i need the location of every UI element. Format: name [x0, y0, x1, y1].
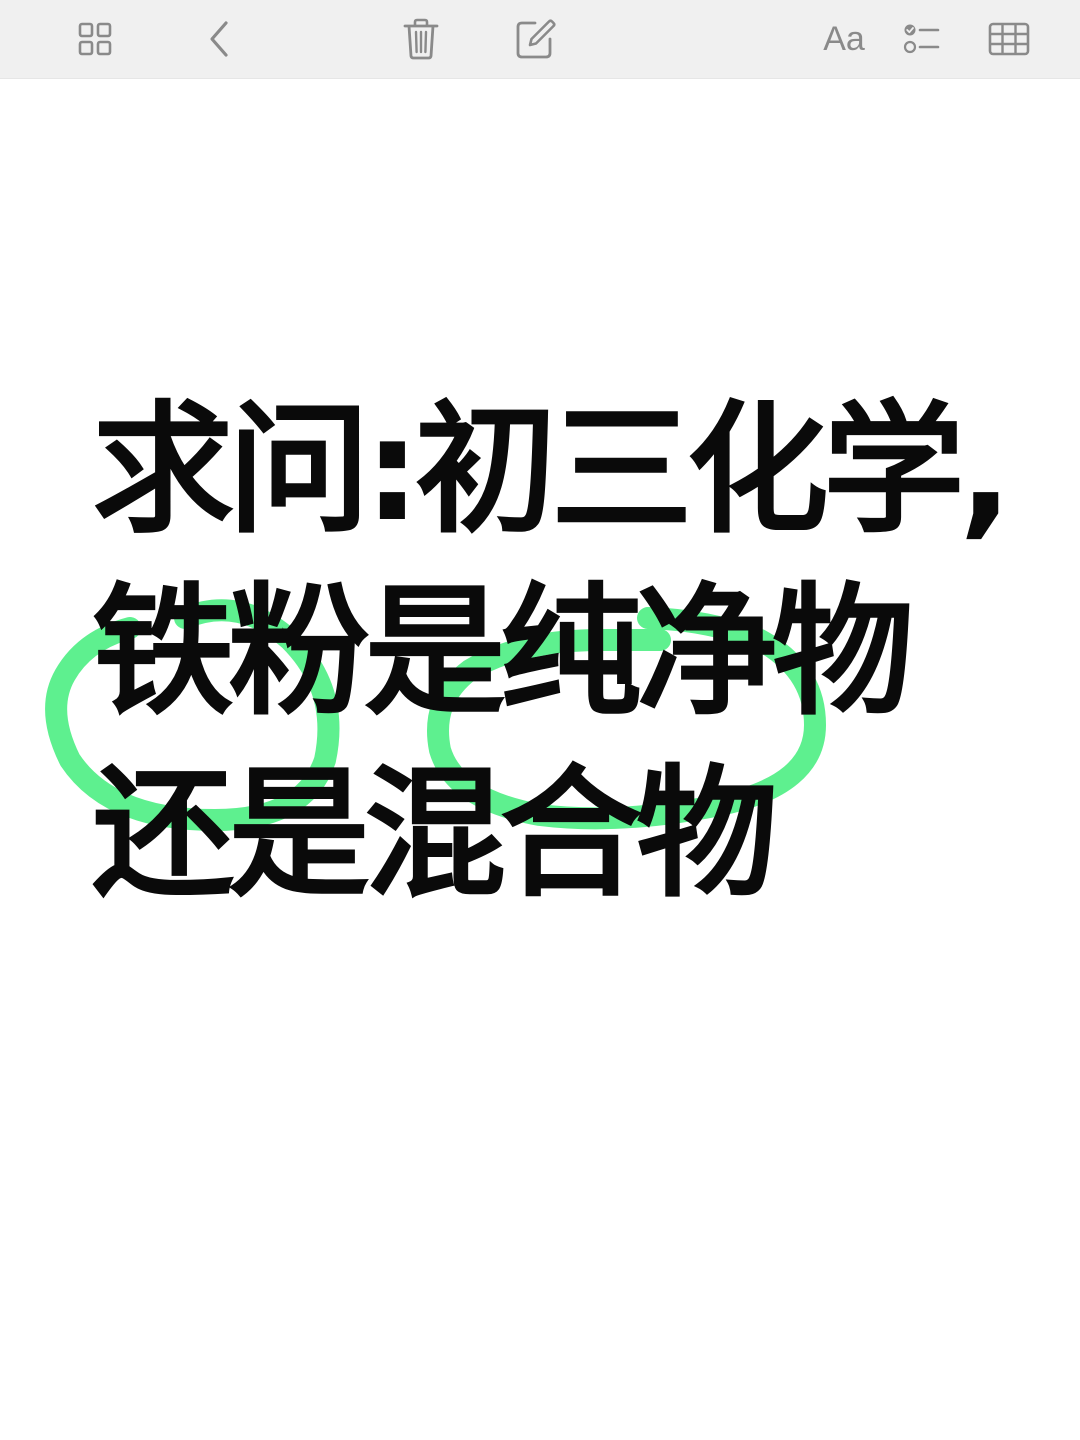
- note-line-2: 铁粉是纯净物: [92, 570, 914, 735]
- table-icon: [988, 22, 1030, 56]
- back-button[interactable]: [195, 14, 245, 64]
- gallery-view-button[interactable]: [70, 14, 120, 64]
- chevron-left-icon: [210, 21, 228, 57]
- note-line-3: 还是混合物: [92, 752, 778, 917]
- note-toolbar: Aa: [0, 0, 1080, 79]
- compose-icon: [516, 19, 556, 59]
- text-format-icon: Aa: [823, 19, 865, 58]
- grid-icon: [78, 22, 112, 56]
- note-content[interactable]: 求问:初三化学, 铁粉是纯净物 还是混合物: [92, 380, 1013, 926]
- compose-button[interactable]: [510, 14, 560, 64]
- format-button[interactable]: Aa: [818, 14, 870, 64]
- note-line-1: 求问:初三化学,: [92, 388, 1013, 553]
- table-button[interactable]: [984, 14, 1034, 64]
- delete-button[interactable]: [396, 14, 446, 64]
- checklist-icon: [903, 24, 940, 54]
- checklist-button[interactable]: [897, 14, 947, 64]
- trash-icon: [403, 18, 439, 60]
